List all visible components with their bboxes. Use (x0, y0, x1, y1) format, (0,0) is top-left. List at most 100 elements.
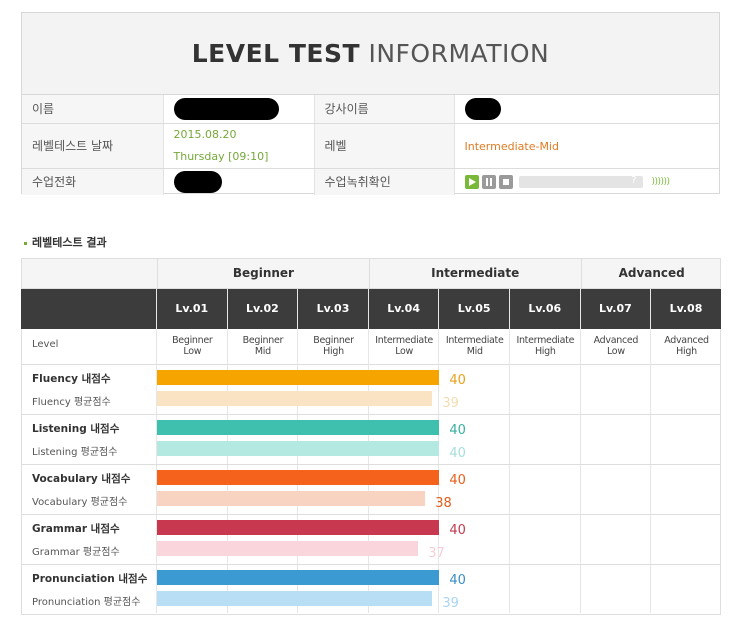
level-desc-1: Beginner Low (157, 335, 228, 357)
progress-bar[interactable]: ? (518, 175, 643, 188)
score-row-3: Vocabulary 내점수 Vocabulary 평균점수 40 38 (21, 465, 721, 515)
level-desc-line: Intermediate (516, 335, 575, 346)
my-score-value: 40 (449, 573, 466, 588)
page-title: LEVEL TEST INFORMATION (191, 39, 550, 68)
level-desc-3: Beginner High (298, 335, 369, 357)
my-score-value: 40 (449, 473, 466, 488)
level-desc-line: Advanced (664, 335, 709, 346)
my-score-label: Grammar 내점수 (32, 523, 120, 535)
stop-icon (502, 178, 509, 185)
level-desc-line: Intermediate (445, 335, 504, 346)
average-score-bar (157, 391, 433, 406)
teacher-label: 강사이름 (314, 95, 455, 124)
average-score-label: Listening 평균점수 (32, 447, 118, 458)
my-score-bar (157, 420, 440, 435)
level-desc-line: High (323, 346, 344, 357)
redacted-name (173, 97, 279, 120)
average-score-value: 39 (442, 596, 459, 611)
level-number-header: Lv.01 Lv.02 Lv.03 Lv.04 Lv.05 Lv.06 Lv.07 Lv.08 (21, 289, 721, 329)
my-score-value: 40 (449, 523, 466, 538)
level-desc-line: Beginner (313, 335, 354, 346)
redacted-teacher (464, 97, 501, 120)
level-desc-2: Beginner Mid (228, 335, 299, 357)
level-desc-line: Mid (466, 346, 483, 357)
my-score-value: 40 (449, 373, 466, 388)
result-section-title: 레벨테스트 결과 (24, 234, 107, 250)
name-label: 이름 (22, 95, 164, 124)
stop-button[interactable] (498, 174, 513, 189)
average-score-bar (157, 491, 426, 506)
level-desc-line: Mid (254, 346, 271, 357)
test-date: 2015.08.20 (173, 127, 237, 141)
level-label: 레벨 (314, 123, 455, 169)
score-row-4: Grammar 내점수 Grammar 평균점수 40 37 (21, 515, 721, 565)
date-label: 레벨테스트 날짜 (22, 123, 164, 169)
teacher-value (454, 95, 719, 124)
info-table: 이름 강사이름 레벨테스트 날짜 2015.08.20 Thursday [09… (22, 95, 719, 195)
average-score-label: Vocabulary 평균점수 (32, 497, 128, 508)
pause-icon (485, 177, 492, 186)
volume-icon[interactable]: )))))) (652, 177, 671, 187)
help-icon[interactable]: ? (631, 175, 636, 186)
play-button[interactable] (464, 174, 479, 189)
name-value (163, 95, 315, 124)
level-value-cell: Intermediate-Mid (454, 123, 719, 169)
my-score-bar (157, 520, 440, 535)
bullet-icon (24, 241, 27, 245)
my-score-label: Fluency 내점수 (32, 373, 111, 385)
phone-label: 수업전화 (22, 168, 164, 195)
level-header-1: Lv.01 (156, 289, 227, 329)
level-description-row: Level Beginner Low Beginner Mid Beginner High I… (21, 329, 721, 365)
level-header-8: Lv.08 (650, 289, 721, 329)
level-header-7: Lv.07 (579, 289, 651, 329)
level-desc-line: Low (183, 346, 202, 357)
average-score-value: 37 (428, 546, 445, 561)
my-score-bar (157, 570, 440, 585)
date-value: 2015.08.20 Thursday [09:10] (163, 123, 315, 169)
level-desc-8: Advanced High (651, 335, 722, 357)
score-row-2: Listening 내점수 Listening 평균점수 40 40 (21, 415, 721, 465)
my-score-label: Vocabulary 내점수 (32, 473, 131, 485)
level-header-2: Lv.02 (226, 289, 298, 329)
result-chart: Beginner Intermediate Advanced Lv.01 Lv.02 Lv… (21, 258, 722, 615)
average-score-label: Pronunciation 평균점수 (32, 597, 141, 608)
level-value: Intermediate-Mid (464, 139, 559, 153)
play-icon (468, 177, 476, 186)
level-desc-6: Intermediate High (510, 335, 581, 357)
level-desc-7: Advanced Low (581, 335, 652, 357)
level-header-5: Lv.05 (438, 289, 509, 329)
score-row-5: Pronunciation 내점수 Pronunciation 평균점수 40 39 (21, 565, 721, 615)
level-desc-line: Advanced (593, 335, 639, 346)
band-advanced: Advanced (580, 259, 722, 288)
average-score-value: 38 (435, 496, 452, 511)
pause-button[interactable] (481, 174, 496, 189)
level-desc-line: Beginner (172, 335, 213, 346)
average-score-value: 40 (449, 446, 466, 461)
recording-label: 수업녹취확인 (314, 168, 455, 195)
average-score-value: 39 (442, 396, 459, 411)
band-intermediate: Intermediate (368, 259, 581, 288)
level-desc-line: High (534, 346, 556, 357)
my-score-bar (157, 370, 440, 385)
redacted-phone (173, 170, 222, 193)
info-header: LEVEL TEST INFORMATION (22, 13, 719, 95)
level-band-header: Beginner Intermediate Advanced (21, 258, 721, 289)
average-score-label: Grammar 평균점수 (32, 547, 120, 558)
audio-player: ? )))))) (464, 174, 710, 189)
phone-value (163, 168, 315, 195)
average-score-bar (157, 591, 433, 606)
level-desc-line: Beginner (242, 335, 284, 346)
level-desc-line: High (676, 346, 697, 357)
level-row-label: Level (32, 339, 59, 350)
level-test-info-panel: LEVEL TEST INFORMATION 이름 강사이름 레벨테스트 날짜 … (21, 12, 720, 195)
recording-player-cell: ? )))))) (454, 168, 719, 195)
level-desc-line: Low (395, 346, 413, 357)
level-header-6: Lv.06 (509, 289, 580, 329)
level-header-4: Lv.04 (367, 289, 439, 329)
my-score-bar (157, 470, 440, 485)
test-day-time: Thursday [09:10] (173, 149, 269, 163)
average-score-bar (157, 441, 440, 456)
average-score-label: Fluency 평균점수 (32, 397, 111, 408)
my-score-value: 40 (449, 423, 466, 438)
my-score-label: Pronunciation 내점수 (32, 573, 148, 585)
